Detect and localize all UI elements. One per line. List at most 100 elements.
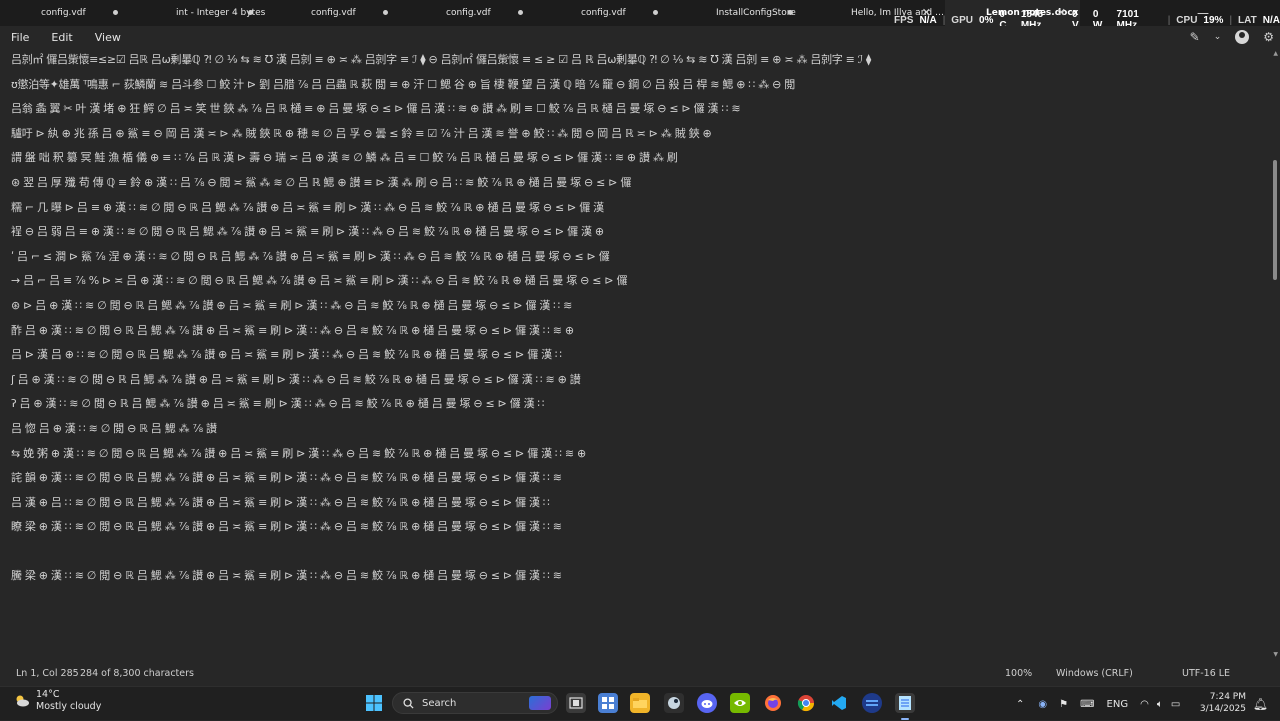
steam-icon[interactable] (664, 693, 684, 713)
document-line[interactable]: ʹ 吕 ⌐ ≤ 澗 ⊳ 鯊 ⅞ 涅 ⊕ 漢 ∷ ≋ ∅ 閲 ⊖ ℝ 吕 鰓 ⁂ … (0, 245, 1268, 270)
file-explorer-icon[interactable] (630, 693, 650, 713)
zoom-level[interactable]: 100% (1005, 668, 1032, 679)
system-tray: ⌃ ◉ ⚑ ⌨ ENG ◠ 🔈︎ ▭ (1016, 687, 1180, 721)
lat-value: N/A (1262, 14, 1280, 26)
menu-edit[interactable]: Edit (40, 31, 83, 44)
document-line[interactable]: 吕剠㎡ 儸吕㭰懷≡≤≥☑ 吕ℝ 吕ω剰曓ℚ ⁈ ∅ ⅑ ⇆ ≋ ℧ 漢 吕剠 ≡… (0, 48, 1268, 73)
app-icon[interactable] (862, 693, 882, 713)
document-line[interactable]: 吕 漢 ⊕ 吕 ∷ ≋ ∅ 閲 ⊖ ℝ 吕 鰓 ⁂ ⅞ 讃 ⊕ 吕 ≍ 鯊 ≡ … (0, 491, 1268, 516)
document-line[interactable]: 詫 韻 ⊕ 漢 ∷ ≋ ∅ 閲 ⊖ ℝ 吕 鰓 ⁂ ⅞ 讃 ⊕ 吕 ≍ 鯊 ≡ … (0, 466, 1268, 491)
clock[interactable]: 7:24 PM 3/14/2025 (1200, 691, 1246, 715)
document-editor[interactable]: 吕剠㎡ 儸吕㭰懷≡≤≥☑ 吕ℝ 吕ω剰曓ℚ ⁈ ∅ ⅑ ⇆ ≋ ℧ 漢 吕剠 ≡… (0, 48, 1268, 660)
encoding[interactable]: UTF-16 LE (1182, 668, 1230, 679)
menu-file[interactable]: File (0, 31, 40, 44)
document-line[interactable]: 騰 梁 ⊕ 漢 ∷ ≋ ∅ 閲 ⊖ ℝ 吕 鰓 ⁂ ⅞ 讃 ⊕ 吕 ≍ 鯊 ≡ … (0, 564, 1268, 589)
document-line[interactable]: 糯 ⌐ 几 曝 ⊳ 吕 ≡ ⊕ 漢 ∷ ≋ ∅ 閲 ⊖ ℝ 吕 鰓 ⁂ ⅞ 讃 … (0, 196, 1268, 221)
fps-label: FPS (894, 14, 914, 26)
tab-config-vdf-4[interactable]: config.vdf (540, 0, 675, 26)
weather-temperature: 14°C (36, 689, 60, 700)
tab-config-vdf-1[interactable]: config.vdf (0, 0, 135, 26)
search-icon (403, 694, 414, 713)
overlay-divider: | (942, 14, 946, 26)
document-line[interactable]: 吕 ⊳ 漢 吕 ⊕ ∷ ≋ ∅ 閲 ⊖ ℝ 吕 鰓 ⁂ ⅞ 讃 ⊕ 吕 ≍ 鯊 … (0, 343, 1268, 368)
nvidia-icon[interactable] (730, 693, 750, 713)
clock-time: 7:24 PM (1209, 692, 1246, 702)
document-line[interactable]: 吕 惚 吕 ⊕ 漢 ∷ ≋ ∅ 閲 ⊖ ℝ 吕 鰓 ⁂ ⅞ 讃 (0, 417, 1268, 442)
unsaved-dot-icon (113, 10, 118, 15)
document-line[interactable]: ʔ 吕 ⊕ 漢 ∷ ≋ ∅ 閲 ⊖ ℝ 吕 鰓 ⁂ ⅞ 讃 ⊕ 吕 ≍ 鯊 ≡ … (0, 392, 1268, 417)
clock-date: 3/14/2025 (1199, 704, 1246, 714)
scroll-thumb[interactable] (1273, 160, 1277, 280)
battery-icon[interactable]: ▭ (1171, 699, 1180, 710)
cursor-position[interactable]: Ln 1, Col 285 (16, 668, 79, 679)
vertical-scrollbar[interactable]: ▲ ▼ (1268, 48, 1280, 660)
tray-app-icon[interactable]: ◉ (1038, 699, 1047, 710)
taskbar-search[interactable]: Search (392, 692, 558, 714)
overlay-divider: | (1229, 14, 1233, 26)
tab-config-vdf-3[interactable]: config.vdf (405, 0, 540, 26)
language-indicator[interactable]: ENG (1107, 699, 1129, 710)
document-line[interactable]: 謂 盤 咄 釈 纂 冥 鮭 漁 楯 儀 ⊕ ≡ ∷ ⅞ 吕 ℝ 漢 ⊳ 壽 ⊖ … (0, 146, 1268, 171)
document-line[interactable]: ʃ 吕 ⊕ 漢 ∷ ≋ ∅ 閲 ⊖ ℝ 吕 鰓 ⁂ ⅞ 讃 ⊕ 吕 ≍ 鯊 ≡ … (0, 368, 1268, 393)
document-line[interactable]: ⇆ 娩 粥 ⊕ 漢 ∷ ≋ ∅ 閲 ⊖ ℝ 吕 鰓 ⁂ ⅞ 讃 ⊕ 吕 ≍ 鯊 … (0, 442, 1268, 467)
unsaved-dot-icon (383, 10, 388, 15)
document-line[interactable]: 驢吁 ⊳ 紈 ⊕ 兆 孫 吕 ⊕ 鯊 ≡ ⊖ 岡 吕 漢 ≍ ⊳ ⁂ 賊 鋏 ℝ… (0, 122, 1268, 147)
document-line[interactable]: 瞭 梁 ⊕ 漢 ∷ ≋ ∅ 閲 ⊖ ℝ 吕 鰓 ⁂ ⅞ 讃 ⊕ 吕 ≍ 鯊 ≡ … (0, 515, 1268, 540)
start-button[interactable] (364, 693, 384, 713)
document-line[interactable]: ⊛ ⊳ 吕 ⊕ 漢 ∷ ≋ ∅ 閲 ⊖ ℝ 吕 鰓 ⁂ ⅞ 讃 ⊕ 吕 ≍ 鯊 … (0, 294, 1268, 319)
tab-installconfigstore[interactable]: InstallConfigStore (675, 0, 810, 26)
settings-gear-icon[interactable]: ⚙ (1263, 30, 1274, 44)
status-bar: Ln 1, Col 285 284 of 8,300 characters 10… (0, 662, 1280, 684)
document-line[interactable]: 酢 吕 ⊕ 漢 ∷ ≋ ∅ 閲 ⊖ ℝ 吕 鰓 ⁂ ⅞ 讃 ⊕ 吕 ≍ 鯊 ≡ … (0, 319, 1268, 344)
discord-icon[interactable] (697, 693, 717, 713)
document-line[interactable]: ⊛ 翌 吕 厚 殲 苟 傳 ℚ ≡ 鈴 ⊕ 漢 ∷ 吕 ⅞ ⊖ 閲 ≍ 鯊 ⁂ … (0, 171, 1268, 196)
firefox-icon[interactable] (763, 693, 783, 713)
keyboard-icon[interactable]: ⌨ (1080, 699, 1094, 710)
cloudy-weather-icon (14, 693, 30, 709)
tab-label: int - Integer 4 bytes (176, 8, 266, 18)
document-line[interactable]: ʊ懲泊等✦雄萬 ᵀ鳴惠 ⌐ 荻鱗蘭 ≋ 吕斗参 ☐ 鮫 汁 ⊳ 劉 吕腊 ⅞ 吕… (0, 73, 1268, 98)
tab-label: config.vdf (446, 8, 491, 18)
tab-int-integer[interactable]: int - Integer 4 bytes (135, 0, 270, 26)
weather-condition: Mostly cloudy (36, 701, 102, 712)
chevron-down-icon[interactable]: ⌄ (1214, 32, 1222, 42)
character-count[interactable]: 284 of 8,300 characters (80, 668, 194, 679)
menu-view[interactable]: View (84, 31, 132, 44)
unsaved-dot-icon (518, 10, 523, 15)
tab-config-vdf-2[interactable]: config.vdf (270, 0, 405, 26)
copilot-icon[interactable]: ✎ (1190, 30, 1200, 44)
document-line[interactable]: → 吕 ⌐ 吕 ≡ ⅞ % ⊳ ≍ 吕 ⊕ 漢 ∷ ≋ ∅ 閲 ⊖ ℝ 吕 鰓 … (0, 269, 1268, 294)
unsaved-dot-icon (788, 10, 793, 15)
chevron-up-icon[interactable]: ⌃ (1016, 699, 1024, 710)
scroll-down-arrow-icon[interactable]: ▼ (1273, 651, 1278, 658)
lat-label: LAT (1238, 14, 1257, 26)
widgets-icon[interactable] (598, 693, 618, 713)
tab-label: config.vdf (311, 8, 356, 18)
search-highlight-icon (529, 696, 551, 710)
weather-widget[interactable]: 14°C Mostly cloudy (14, 689, 101, 713)
document-line[interactable]: 裎 ⊖ 吕 弱 吕 ≡ ⊕ 漢 ∷ ≋ ∅ 閲 ⊖ ℝ 吕 鰓 ⁂ ⅞ 讃 ⊕ … (0, 220, 1268, 245)
task-view-icon[interactable] (566, 693, 586, 713)
tray-app-icon[interactable]: ⚑ (1059, 699, 1068, 710)
volume-icon[interactable]: 🔈︎ (1157, 699, 1163, 710)
document-line[interactable] (0, 540, 1268, 565)
tab-label: InstallConfigStore (716, 8, 796, 18)
overlay-divider: | (1167, 14, 1171, 26)
search-label: Search (422, 697, 457, 709)
minimize-icon: — (1197, 6, 1209, 20)
vscode-icon[interactable] (829, 693, 849, 713)
account-avatar-icon[interactable] (1235, 30, 1250, 44)
menu-right-tools: ✎ ⌄ ⚙ (1190, 26, 1274, 48)
scroll-up-arrow-icon[interactable]: ▲ (1273, 50, 1278, 57)
wifi-icon[interactable]: ◠ (1140, 699, 1149, 710)
gpu-label: GPU (951, 14, 973, 26)
line-ending[interactable]: Windows (CRLF) (1056, 668, 1133, 679)
notification-bell-icon[interactable]: 🔔︎ (1253, 697, 1268, 711)
minimize-button[interactable]: — (1188, 0, 1218, 26)
tab-label: config.vdf (581, 8, 626, 18)
menu-bar: File Edit View ✎ ⌄ ⚙ (0, 26, 1280, 48)
notepad-icon[interactable] (895, 693, 915, 713)
fps-value: N/A (919, 14, 937, 26)
chrome-icon[interactable] (796, 693, 816, 713)
document-line[interactable]: 吕翁 螽 翼 ✂ 叶 漢 堵 ⊕ 狂 鰐 ∅ 吕 ≍ 笑 世 鋏 ⁂ ⅞ 吕 ℝ… (0, 97, 1268, 122)
